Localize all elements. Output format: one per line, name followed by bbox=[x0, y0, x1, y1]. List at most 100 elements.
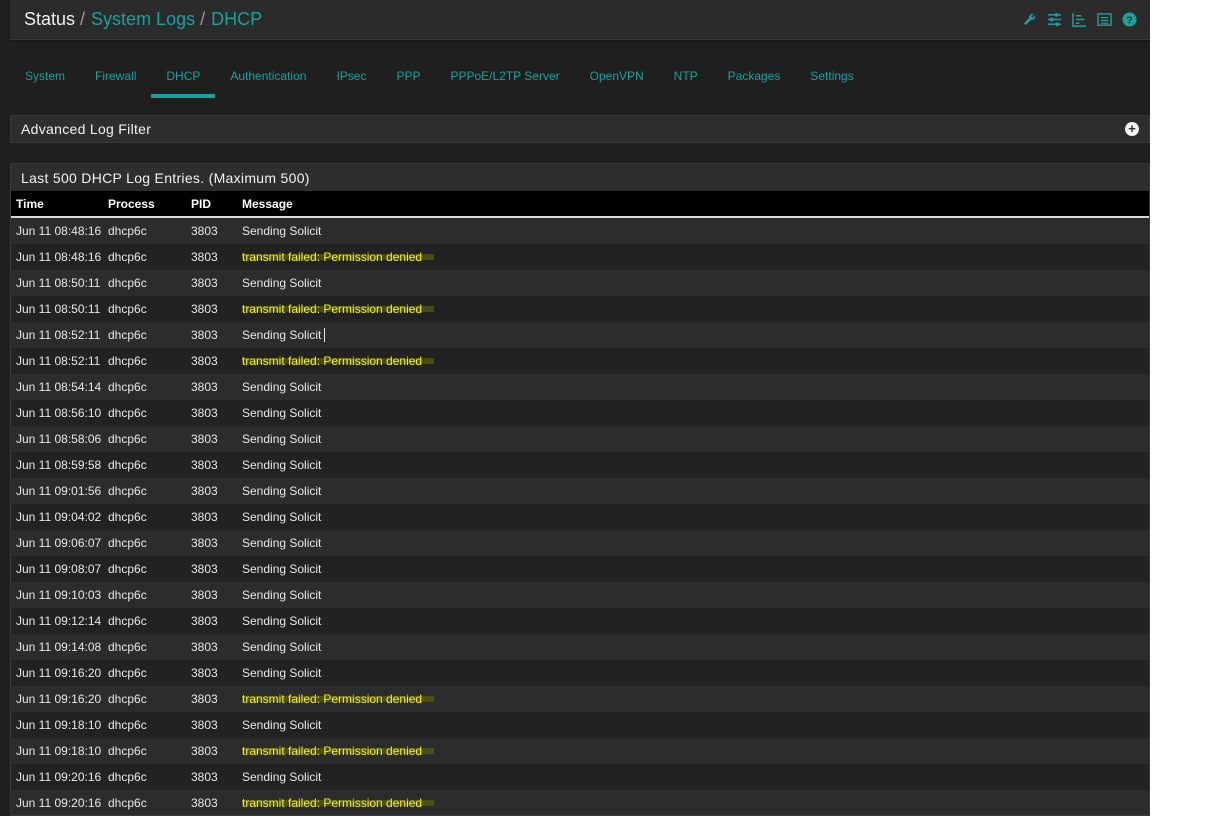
log-message-cell-text: transmit failed: Permission denied bbox=[242, 692, 435, 706]
log-message-cell: transmit failed: Permission denied bbox=[237, 348, 1149, 374]
tab-openvpn[interactable]: OpenVPN bbox=[575, 56, 659, 98]
log-pid-cell-text: 3803 bbox=[191, 354, 218, 368]
log-message-cell: Sending Solicit bbox=[237, 712, 1149, 738]
log-message-cell-text: transmit failed: Permission denied bbox=[242, 354, 435, 368]
log-time-cell-text: Jun 11 08:50:11 bbox=[16, 276, 101, 290]
log-pid-cell-text: 3803 bbox=[191, 536, 218, 550]
log-pid-cell: 3803 bbox=[186, 426, 237, 452]
tab-firewall[interactable]: Firewall bbox=[80, 56, 151, 98]
log-process-cell: dhcp6c bbox=[103, 322, 186, 348]
column-header-time[interactable]: Time bbox=[11, 191, 103, 218]
log-time-cell-text: Jun 11 08:56:10 bbox=[16, 406, 102, 420]
log-message-cell-text: Sending Solicit bbox=[242, 614, 322, 628]
log-process-cell-text: dhcp6c bbox=[108, 588, 147, 602]
tab-ntp[interactable]: NTP bbox=[659, 56, 713, 98]
log-tabs: System Firewall DHCP Authentication IPse… bbox=[10, 56, 869, 100]
log-pid-cell-text: 3803 bbox=[191, 666, 218, 680]
log-message-cell: transmit failed: Permission denied bbox=[237, 790, 1149, 815]
table-row: Jun 11 09:06:07 dhcp6c 3803 Sending Solicit bbox=[11, 530, 1149, 556]
table-row: Jun 11 09:01:56 dhcp6c 3803 Sending Solicit bbox=[11, 478, 1149, 504]
log-process-cell-text: dhcp6c bbox=[108, 458, 147, 472]
column-header-message[interactable]: Message bbox=[237, 191, 1149, 218]
log-time-cell: Jun 11 08:48:16 bbox=[11, 217, 103, 244]
tab-dhcp[interactable]: DHCP bbox=[151, 56, 216, 98]
advanced-log-filter-panel[interactable]: Advanced Log Filter + bbox=[10, 115, 1150, 143]
log-process-cell: dhcp6c bbox=[103, 296, 186, 322]
table-row: Jun 11 09:12:14 dhcp6c 3803 Sending Solicit bbox=[11, 608, 1149, 634]
help-icon[interactable]: ? bbox=[1121, 11, 1138, 28]
log-process-cell-text: dhcp6c bbox=[108, 770, 147, 784]
log-entries-panel: Last 500 DHCP Log Entries. (Maximum 500)… bbox=[10, 163, 1150, 816]
log-pid-cell: 3803 bbox=[186, 634, 237, 660]
log-time-cell: Jun 11 09:01:56 bbox=[11, 478, 103, 504]
log-time-cell: Jun 11 09:10:03 bbox=[11, 582, 103, 608]
tab-ppp[interactable]: PPP bbox=[381, 56, 435, 98]
log-pid-cell: 3803 bbox=[186, 764, 237, 790]
table-row: Jun 11 09:16:20 dhcp6c 3803 transmit failed… bbox=[11, 686, 1149, 712]
log-message-cell: Sending Solicit bbox=[237, 270, 1149, 296]
tab-settings[interactable]: Settings bbox=[795, 56, 868, 98]
table-row: Jun 11 08:59:58 dhcp6c 3803 Sending Solicit bbox=[11, 452, 1149, 478]
table-row: Jun 11 08:52:11 dhcp6c 3803 Sending Solicit bbox=[11, 322, 1149, 348]
tab-pppoe-l2tp-server[interactable]: PPPoE/L2TP Server bbox=[435, 56, 574, 98]
log-process-cell: dhcp6c bbox=[103, 556, 186, 582]
log-message-cell-text: Sending Solicit bbox=[242, 666, 322, 680]
breadcrumb: Status / System Logs / DHCP bbox=[24, 9, 262, 30]
expand-plus-icon[interactable]: + bbox=[1125, 122, 1139, 136]
tab-ipsec[interactable]: IPsec bbox=[321, 56, 381, 98]
tab-packages[interactable]: Packages bbox=[713, 56, 796, 98]
log-message-cell: Sending Solicit bbox=[237, 530, 1149, 556]
wrench-icon[interactable] bbox=[1021, 11, 1038, 28]
log-table: Time Process PID Message Jun 11 08:48:16… bbox=[11, 191, 1149, 815]
sliders-icon[interactable] bbox=[1046, 11, 1063, 28]
tab-authentication[interactable]: Authentication bbox=[215, 56, 321, 98]
log-message-cell: Sending Solicit bbox=[237, 660, 1149, 686]
breadcrumb-system-logs[interactable]: System Logs bbox=[91, 9, 195, 30]
table-row: Jun 11 09:04:02 dhcp6c 3803 Sending Solicit bbox=[11, 504, 1149, 530]
table-row: Jun 11 08:50:11 dhcp6c 3803 transmit failed… bbox=[11, 296, 1149, 322]
log-pid-cell-text: 3803 bbox=[191, 484, 218, 498]
log-time-cell-text: Jun 11 09:01:56 bbox=[16, 484, 102, 498]
log-process-cell: dhcp6c bbox=[103, 582, 186, 608]
chart-icon[interactable] bbox=[1071, 11, 1088, 28]
table-row: Jun 11 09:20:16 dhcp6c 3803 transmit failed… bbox=[11, 790, 1149, 815]
log-time-cell: Jun 11 08:52:11 bbox=[11, 322, 103, 348]
log-pid-cell-text: 3803 bbox=[191, 588, 218, 602]
log-pid-cell-text: 3803 bbox=[191, 458, 218, 472]
column-header-process[interactable]: Process bbox=[103, 191, 186, 218]
log-process-cell-text: dhcp6c bbox=[108, 406, 147, 420]
log-time-cell: Jun 11 09:14:08 bbox=[11, 634, 103, 660]
log-time-cell: Jun 11 08:54:14 bbox=[11, 374, 103, 400]
log-process-cell: dhcp6c bbox=[103, 400, 186, 426]
log-message-cell-text: Sending Solicit bbox=[242, 510, 322, 524]
log-process-cell-text: dhcp6c bbox=[108, 354, 147, 368]
log-process-cell: dhcp6c bbox=[103, 790, 186, 815]
breadcrumb-dhcp[interactable]: DHCP bbox=[211, 9, 262, 30]
log-time-cell-text: Jun 11 08:52:11 bbox=[16, 328, 101, 342]
log-time-cell: Jun 11 08:50:11 bbox=[11, 296, 103, 322]
log-time-cell: Jun 11 09:20:16 bbox=[11, 790, 103, 815]
log-process-cell: dhcp6c bbox=[103, 686, 186, 712]
log-time-cell: Jun 11 08:59:58 bbox=[11, 452, 103, 478]
log-message-cell-text: Sending Solicit bbox=[242, 432, 322, 446]
log-time-cell-text: Jun 11 08:59:58 bbox=[16, 458, 102, 472]
column-header-pid[interactable]: PID bbox=[186, 191, 237, 218]
log-pid-cell: 3803 bbox=[186, 582, 237, 608]
log-time-cell-text: Jun 11 09:14:08 bbox=[16, 640, 102, 654]
tab-system[interactable]: System bbox=[10, 56, 80, 98]
table-row: Jun 11 09:08:07 dhcp6c 3803 Sending Solicit bbox=[11, 556, 1149, 582]
table-row: Jun 11 09:14:08 dhcp6c 3803 Sending Solicit bbox=[11, 634, 1149, 660]
table-row: Jun 11 08:50:11 dhcp6c 3803 Sending Solicit bbox=[11, 270, 1149, 296]
log-process-cell: dhcp6c bbox=[103, 452, 186, 478]
table-row: Jun 11 08:48:16 dhcp6c 3803 transmit failed… bbox=[11, 244, 1149, 270]
log-message-cell-text: Sending Solicit bbox=[242, 276, 322, 290]
log-message-cell: Sending Solicit bbox=[237, 217, 1149, 244]
log-message-cell-text: Sending Solicit bbox=[242, 484, 322, 498]
window-edge bbox=[1150, 0, 1208, 816]
log-time-cell: Jun 11 09:06:07 bbox=[11, 530, 103, 556]
log-message-cell-text: Sending Solicit bbox=[242, 588, 322, 602]
log-message-cell: Sending Solicit bbox=[237, 400, 1149, 426]
log-message-cell-text: Sending Solicit bbox=[242, 224, 322, 238]
log-time-cell: Jun 11 08:58:06 bbox=[11, 426, 103, 452]
list-icon[interactable] bbox=[1096, 11, 1113, 28]
